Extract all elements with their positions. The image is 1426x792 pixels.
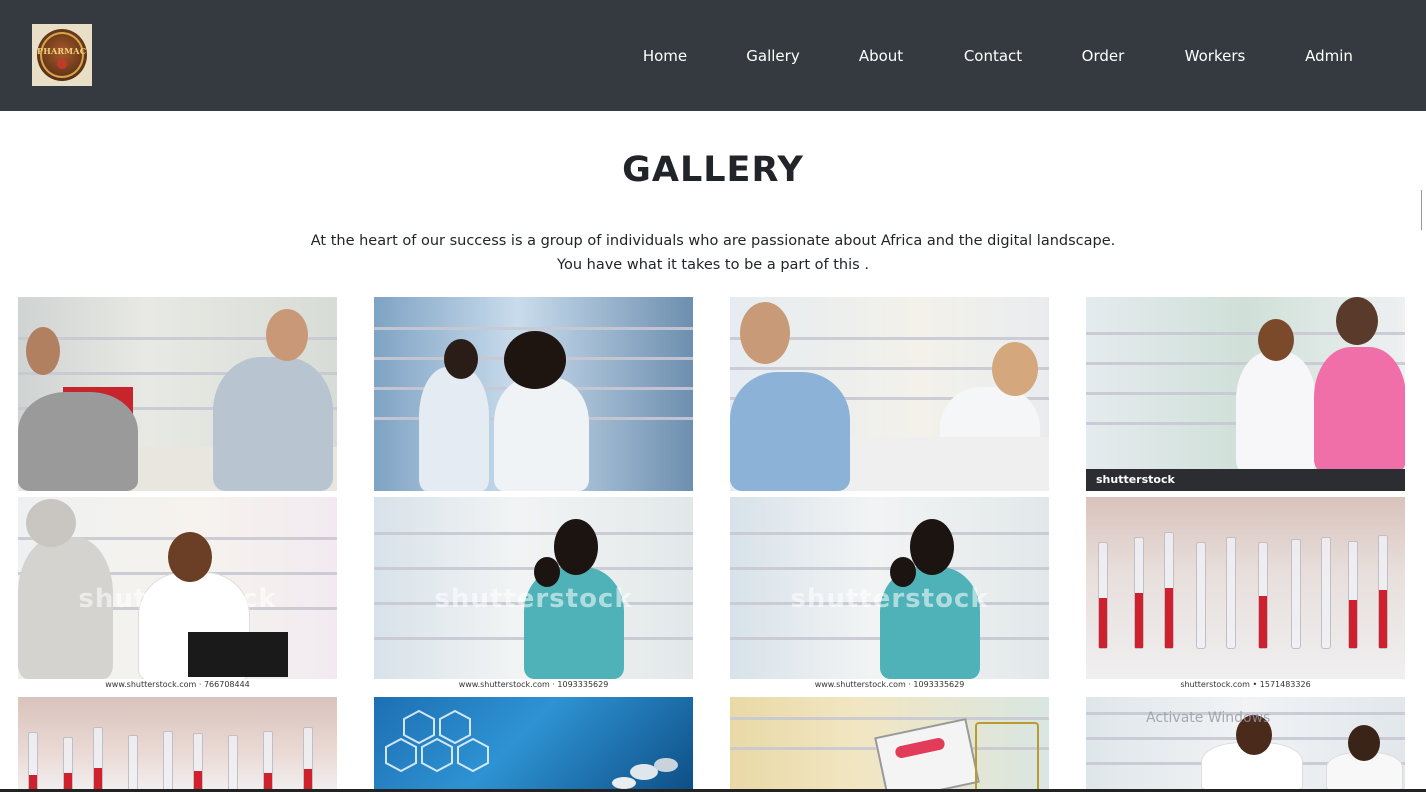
nav-order[interactable]: Order <box>1080 46 1126 66</box>
intro-text: At the heart of our success is a group o… <box>0 229 1426 277</box>
gallery-image-medicine-ampoules-2[interactable] <box>18 697 337 789</box>
pharmacy-logo[interactable]: PHARMACY <box>32 24 92 86</box>
gallery-image-medical-icons-and-pills[interactable] <box>374 697 693 789</box>
gallery-image-pharmacist-handing-prescription[interactable] <box>730 297 1049 491</box>
logo-badge-icon: PHARMACY <box>37 29 87 81</box>
nav-contact[interactable]: Contact <box>963 46 1023 66</box>
gallery-image-medicine-ampoules[interactable]: shutterstock.com • 1571483326 <box>1086 497 1405 691</box>
nav-gallery[interactable]: Gallery <box>746 46 800 66</box>
shutterstock-bar: shutterstock <box>1086 469 1405 491</box>
activate-windows-overlay: Activate Windows <box>1146 710 1271 726</box>
image-caption: www.shutterstock.com · 766708444 <box>18 679 337 691</box>
gallery-image-pharmacy-shopping-cart[interactable] <box>730 697 1049 789</box>
page-title: GALLERY <box>622 150 804 190</box>
gallery-image-pharmacist-stocking-shelf[interactable]: shutterstock www.shutterstock.com · 1093… <box>730 497 1049 691</box>
shutterstock-watermark: shutterstock <box>790 584 989 615</box>
nav-workers[interactable]: Workers <box>1183 46 1247 66</box>
intro-line-2: You have what it takes to be a part of t… <box>557 257 869 273</box>
image-caption: www.shutterstock.com · 1093335629 <box>730 679 1049 691</box>
nav-admin[interactable]: Admin <box>1304 46 1354 66</box>
intro-line-1: At the heart of our success is a group o… <box>310 233 1116 249</box>
image-caption: www.shutterstock.com · 1093335629 <box>374 679 693 691</box>
shutterstock-watermark: shutterstock <box>434 584 633 615</box>
image-caption: shutterstock.com • 1571483326 <box>1086 679 1405 691</box>
logo-text: PHARMACY <box>37 46 87 56</box>
gallery-image-pharmacist-stocking-shelf[interactable]: shutterstock www.shutterstock.com · 1093… <box>374 497 693 691</box>
gallery-image-pharmacist-serving-customer[interactable]: shutterstock www.shutterstock.com · 7667… <box>18 497 337 691</box>
gallery-image-pharmacist-with-customer[interactable]: shutterstock <box>1086 297 1405 491</box>
scrollbar[interactable] <box>1421 190 1422 230</box>
nav-home[interactable]: Home <box>642 46 688 66</box>
nav-about[interactable]: About <box>857 46 905 66</box>
gallery-image-pharmacist-at-counter[interactable] <box>18 297 337 491</box>
navbar: PHARMACY Home Gallery About Contact Orde… <box>0 0 1426 111</box>
gallery-image-pharmacists-checking-shelves[interactable] <box>374 297 693 491</box>
shutterstock-watermark: shutterstock <box>78 584 277 615</box>
